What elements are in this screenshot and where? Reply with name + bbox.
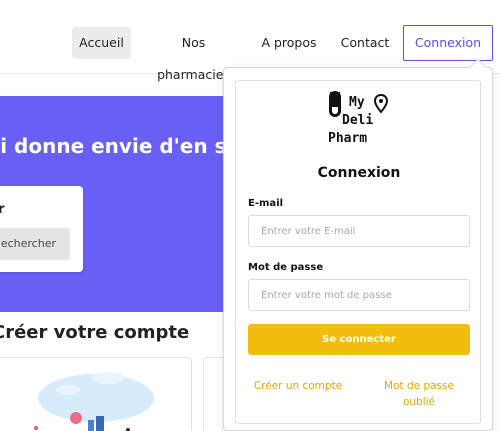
email-field[interactable] <box>248 215 470 247</box>
nav-item-a-propos[interactable]: A propos <box>256 27 322 59</box>
section-title: Créer votre compte <box>0 322 190 343</box>
nav-item-accueil[interactable]: Accueil <box>72 27 131 59</box>
search-label: r <box>0 202 5 217</box>
nav-item-nos-pharmacies[interactable]: Nos pharmacies <box>144 27 243 82</box>
hero-banner: ui donne envie d'en sav r echercher <box>0 96 226 312</box>
password-label: Mot de passe <box>248 262 324 273</box>
login-title: Connexion <box>317 165 401 181</box>
forgot-password-link[interactable]: Mot de passe oublié <box>378 378 460 410</box>
nav-item-contact[interactable]: Contact <box>334 27 396 59</box>
login-form: My Deli Pharm Connexion E-mail Mot de pa… <box>235 80 481 424</box>
map-pin-icon <box>373 93 389 114</box>
search-card: r echercher <box>0 186 83 272</box>
email-label: E-mail <box>248 198 284 209</box>
delivery-person-icon <box>70 412 82 424</box>
login-nav-button[interactable]: Connexion <box>403 25 493 61</box>
logo-text-pharm: Pharm <box>328 131 368 146</box>
hero-title: ui donne envie d'en sav <box>0 134 226 158</box>
map-pin-icon <box>34 426 38 430</box>
create-account-card <box>0 357 192 431</box>
top-navbar: Accueil Nos pharmacies A propos Contact … <box>0 0 500 82</box>
logo-text-my: My <box>349 95 365 110</box>
city-illustration <box>34 372 154 431</box>
app-logo: My Deli Pharm <box>328 91 398 147</box>
login-submit-button[interactable]: Se connecter <box>248 324 470 355</box>
pill-icon <box>329 91 341 117</box>
password-field[interactable] <box>248 279 470 311</box>
search-button[interactable]: echercher <box>0 228 70 260</box>
logo-text-deli: Deli <box>342 113 374 128</box>
create-account-link[interactable]: Créer un compte <box>248 378 348 394</box>
